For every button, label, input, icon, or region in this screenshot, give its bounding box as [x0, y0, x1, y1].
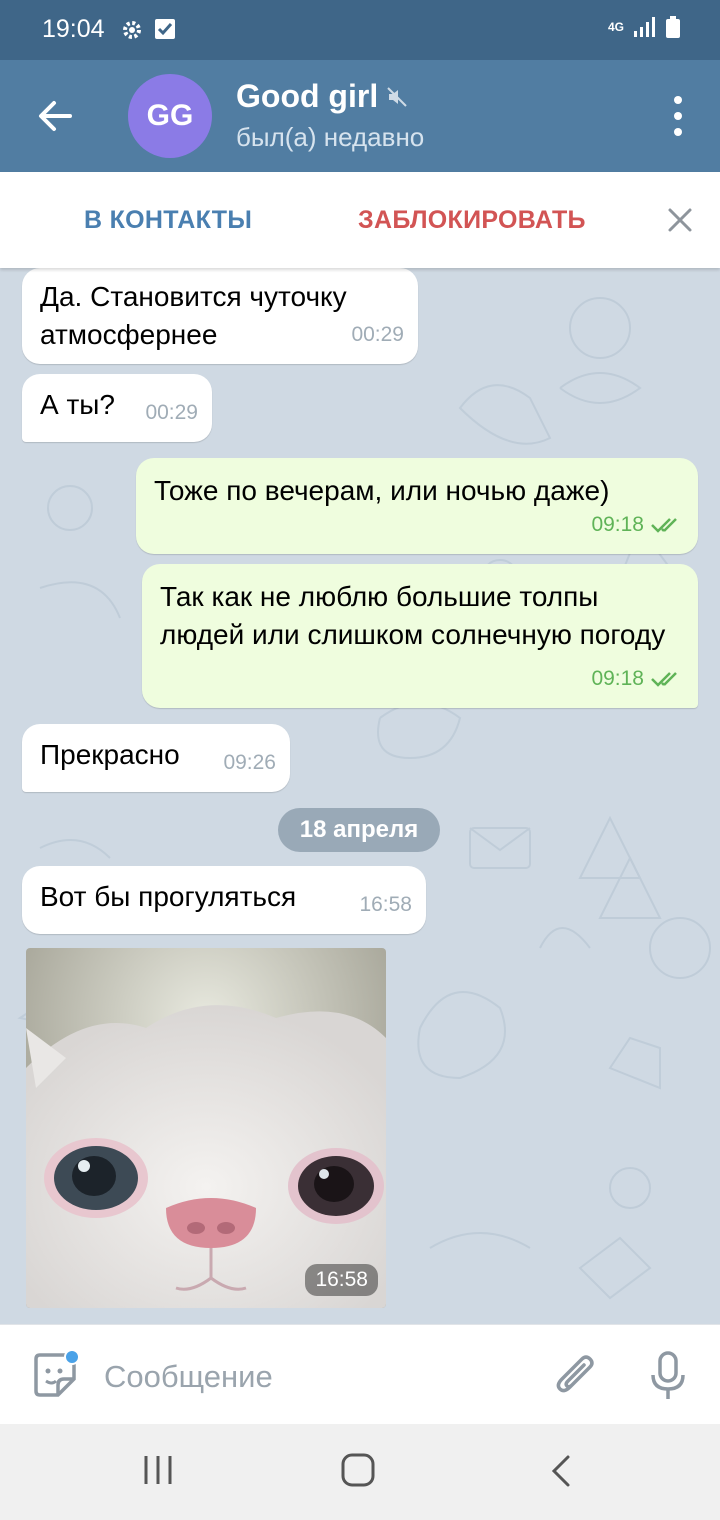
- message-bubble-incoming[interactable]: А ты? 00:29: [22, 374, 212, 442]
- message-input[interactable]: Сообщение: [104, 1359, 273, 1395]
- message-time: 00:29: [145, 401, 198, 424]
- status-time: 19:04: [42, 15, 105, 43]
- avatar[interactable]: GG: [128, 74, 212, 158]
- message-time: 09:26: [223, 751, 276, 774]
- message-text: Да. Становится чуточку атмосфернее: [40, 281, 347, 350]
- cat-photo-image: [26, 948, 386, 1308]
- home-icon[interactable]: [340, 1452, 376, 1488]
- message-time: 09:18: [591, 660, 684, 698]
- battery-icon: [666, 16, 680, 38]
- settings-gear-icon: [123, 21, 141, 39]
- message-text: Вот бы прогуляться: [40, 881, 297, 912]
- photo-message[interactable]: 16:58: [26, 948, 386, 1308]
- date-separator: 18 апреля: [278, 808, 440, 852]
- avatar-initials: GG: [146, 99, 194, 132]
- new-contact-action-bar: В КОНТАКТЫ ЗАБЛОКИРОВАТЬ: [0, 172, 720, 268]
- photo-time: 16:58: [305, 1264, 378, 1296]
- message-time: 16:58: [359, 893, 412, 916]
- message-bubble-incoming[interactable]: Да. Становится чуточку атмосфернее 00:29: [22, 268, 418, 364]
- attach-paperclip-icon[interactable]: [552, 1351, 600, 1401]
- recent-apps-icon[interactable]: [140, 1454, 176, 1486]
- muted-speaker-icon: [387, 86, 407, 107]
- sticker-emoji-icon[interactable]: [28, 1349, 82, 1403]
- signal-strength-icon: [634, 17, 655, 37]
- close-icon[interactable]: [666, 206, 694, 234]
- read-double-check-icon: [651, 518, 677, 533]
- message-composer: Сообщение: [0, 1324, 720, 1424]
- contact-name: Good girl: [236, 78, 379, 114]
- back-arrow-icon[interactable]: [30, 90, 82, 142]
- message-time: 09:18: [591, 506, 684, 544]
- chat-header: GG Good girl был(а) недавно: [0, 60, 720, 172]
- message-bubble-outgoing[interactable]: Так как не люблю большие толпы людей или…: [142, 564, 698, 708]
- network-type-label: 4G: [607, 20, 624, 34]
- message-text: Так как не люблю большие толпы людей или…: [160, 581, 666, 650]
- message-text: Тоже по вечерам, или ночью даже): [154, 475, 610, 506]
- checkbox-notification-icon: [155, 19, 175, 39]
- system-navigation-bar: [0, 1424, 720, 1520]
- message-list[interactable]: Да. Становится чуточку атмосфернее 00:29…: [0, 268, 720, 1324]
- message-bubble-incoming[interactable]: Прекрасно 09:26: [22, 724, 290, 792]
- more-vert-icon[interactable]: [670, 94, 686, 138]
- message-time: 00:29: [351, 323, 404, 346]
- message-bubble-incoming[interactable]: Вот бы прогуляться 16:58: [22, 866, 426, 934]
- read-double-check-icon: [651, 672, 677, 687]
- message-bubble-outgoing[interactable]: Тоже по вечерам, или ночью даже) 09:18: [136, 458, 698, 554]
- contact-status: был(а) недавно: [236, 122, 425, 152]
- contact-name-row[interactable]: Good girl: [236, 78, 408, 115]
- status-bar: 19:04 4G: [0, 0, 720, 60]
- block-user-button[interactable]: ЗАБЛОКИРОВАТЬ: [358, 206, 586, 235]
- nav-back-icon[interactable]: [546, 1454, 576, 1488]
- microphone-icon[interactable]: [648, 1349, 688, 1403]
- add-to-contacts-button[interactable]: В КОНТАКТЫ: [84, 206, 252, 235]
